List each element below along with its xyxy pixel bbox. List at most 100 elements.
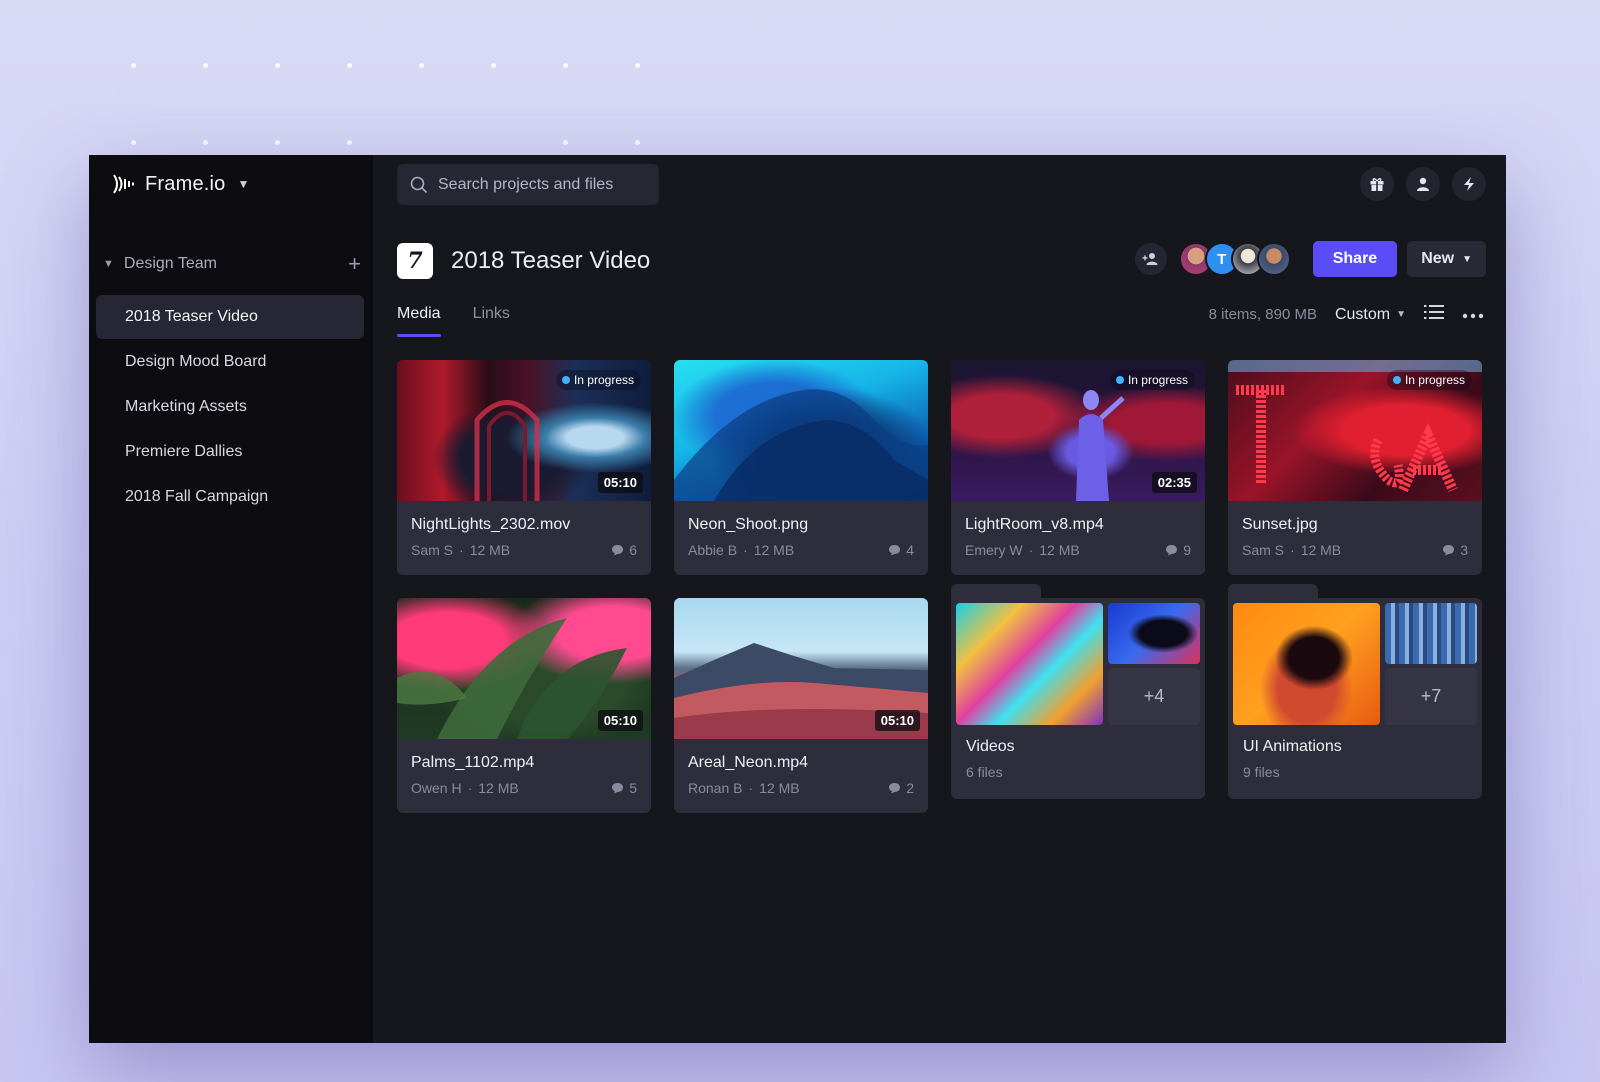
list-view-button[interactable] bbox=[1424, 304, 1444, 325]
file-details: Sam S · 12 MB 6 bbox=[411, 542, 637, 558]
project-list: 2018 Teaser Video Design Mood Board Mark… bbox=[96, 295, 364, 520]
collaborator-avatars: T bbox=[1178, 242, 1291, 276]
invite-button[interactable] bbox=[1134, 243, 1167, 275]
media-card[interactable]: In progress 02:35 LightRoom_v8.mp4 Emery… bbox=[951, 360, 1205, 575]
profile-button[interactable] bbox=[1406, 167, 1440, 201]
gift-button[interactable] bbox=[1360, 167, 1394, 201]
file-name: LightRoom_v8.mp4 bbox=[965, 516, 1104, 533]
sidebar-item-project[interactable]: Marketing Assets bbox=[96, 385, 364, 429]
duration-label: 05:10 bbox=[597, 472, 643, 493]
comment-count: 5 bbox=[611, 780, 637, 796]
folder-card[interactable]: +7 UI Animations 9 files bbox=[1228, 584, 1482, 799]
sidebar-item-project[interactable]: Design Mood Board bbox=[96, 340, 364, 384]
media-card[interactable]: In progress Sunset.jpg Sam S · 12 MB 3 bbox=[1228, 360, 1482, 575]
frameio-logo-icon bbox=[113, 174, 134, 194]
folder-preview bbox=[1385, 603, 1477, 664]
team-section: ▼ Design Team + bbox=[103, 253, 361, 275]
top-actions bbox=[1360, 167, 1486, 201]
sidebar: Frame.io ▼ ▼ Design Team + 2018 Teaser V… bbox=[89, 155, 373, 1043]
file-size: 12 MB bbox=[1300, 542, 1342, 558]
folder-file-count: 6 files bbox=[966, 764, 1003, 780]
comment-count-value: 3 bbox=[1460, 542, 1468, 558]
main-content: 7 2018 Teaser Video T Share New bbox=[373, 155, 1506, 1043]
sidebar-item-label: Premiere Dallies bbox=[125, 443, 243, 460]
file-size: 12 MB bbox=[753, 542, 795, 558]
brand-menu[interactable]: Frame.io ▼ bbox=[111, 171, 249, 197]
thumbnail: 05:10 bbox=[397, 598, 651, 739]
folder-more-count: +7 bbox=[1385, 668, 1477, 725]
media-card[interactable]: Neon_Shoot.png Abbie B · 12 MB 4 bbox=[674, 360, 928, 575]
page-title: 2018 Teaser Video bbox=[451, 247, 651, 274]
card-meta: NightLights_2302.mov Sam S · 12 MB 6 bbox=[397, 501, 651, 558]
comment-count-value: 2 bbox=[906, 780, 914, 796]
media-card[interactable]: 05:10 Areal_Neon.mp4 Ronan B · 12 MB 2 bbox=[674, 598, 928, 813]
comment-count: 9 bbox=[1165, 542, 1191, 558]
card-meta: Areal_Neon.mp4 Ronan B · 12 MB 2 bbox=[674, 739, 928, 796]
avatar-initial: T bbox=[1217, 250, 1227, 268]
file-name: Areal_Neon.mp4 bbox=[688, 754, 809, 771]
face-shape bbox=[674, 389, 928, 501]
sort-dropdown[interactable]: Custom ▼ bbox=[1335, 306, 1406, 324]
team-name[interactable]: Design Team bbox=[124, 255, 217, 273]
folder-preview bbox=[956, 603, 1103, 725]
brand-name: Frame.io bbox=[145, 172, 226, 195]
sidebar-item-project[interactable]: Premiere Dallies bbox=[96, 430, 364, 474]
status-badge: In progress bbox=[1109, 370, 1195, 390]
file-author: Emery W bbox=[965, 542, 1023, 558]
search-input[interactable] bbox=[438, 175, 638, 194]
folder-body: +7 UI Animations 9 files bbox=[1228, 598, 1482, 799]
user-icon bbox=[1417, 177, 1429, 191]
list-view-icon bbox=[1424, 305, 1444, 319]
file-details: Emery W · 12 MB 9 bbox=[965, 542, 1191, 558]
duration-label: 02:35 bbox=[1151, 472, 1197, 493]
more-options-button[interactable] bbox=[1462, 306, 1484, 324]
sidebar-item-label: Design Mood Board bbox=[125, 353, 267, 370]
search-bar[interactable] bbox=[397, 164, 659, 205]
search-icon bbox=[410, 176, 428, 193]
item-count: 8 items, 890 MB bbox=[1208, 306, 1317, 323]
media-grid: In progress 05:10 NightLights_2302.mov S… bbox=[397, 360, 1482, 813]
comment-icon bbox=[1166, 545, 1178, 556]
tab-media[interactable]: Media bbox=[397, 305, 441, 337]
file-details: Ronan B · 12 MB 2 bbox=[688, 780, 914, 796]
thumbnail: In progress bbox=[1228, 360, 1482, 501]
tab-links[interactable]: Links bbox=[473, 305, 510, 333]
add-project-button[interactable]: + bbox=[348, 253, 361, 275]
folder-more-count: +4 bbox=[1108, 668, 1200, 725]
media-card[interactable]: In progress 05:10 NightLights_2302.mov S… bbox=[397, 360, 651, 575]
new-button[interactable]: New ▼ bbox=[1407, 241, 1486, 277]
folder-card[interactable]: +4 Videos 6 files bbox=[951, 584, 1205, 799]
sidebar-item-project[interactable]: 2018 Fall Campaign bbox=[96, 475, 364, 519]
share-button[interactable]: Share bbox=[1312, 241, 1398, 277]
file-name: Palms_1102.mp4 bbox=[411, 754, 535, 771]
file-details: Sam S · 12 MB 3 bbox=[1242, 542, 1468, 558]
file-size: 12 MB bbox=[469, 542, 511, 558]
chevron-down-icon: ▼ bbox=[237, 177, 250, 191]
folder-meta: UI Animations 9 files bbox=[1243, 738, 1342, 780]
file-size: 12 MB bbox=[1039, 542, 1080, 558]
header-actions: T Share New ▼ bbox=[1134, 241, 1486, 277]
status-badge: In progress bbox=[555, 370, 641, 390]
media-card[interactable]: 05:10 Palms_1102.mp4 Owen H · 12 MB 5 bbox=[397, 598, 651, 813]
file-author: Ronan B bbox=[688, 780, 743, 796]
card-meta: LightRoom_v8.mp4 Emery W · 12 MB 9 bbox=[951, 501, 1205, 558]
project-icon: 7 bbox=[397, 243, 433, 279]
status-badge: In progress bbox=[1386, 370, 1472, 390]
avatar[interactable] bbox=[1256, 242, 1291, 276]
comment-icon bbox=[1443, 545, 1455, 556]
comment-count: 4 bbox=[888, 542, 914, 558]
file-author: Abbie B bbox=[688, 542, 738, 558]
folder-body: +4 Videos 6 files bbox=[951, 598, 1205, 799]
card-meta: Palms_1102.mp4 Owen H · 12 MB 5 bbox=[397, 739, 651, 796]
gift-icon bbox=[1370, 178, 1384, 191]
tab-bar: Media Links bbox=[397, 305, 510, 337]
activity-button[interactable] bbox=[1452, 167, 1486, 201]
comment-count: 2 bbox=[888, 780, 914, 796]
comment-count-value: 6 bbox=[629, 542, 637, 558]
sort-label: Custom bbox=[1334, 305, 1391, 323]
sidebar-item-project[interactable]: 2018 Teaser Video bbox=[96, 295, 364, 339]
file-name: NightLights_2302.mov bbox=[411, 516, 571, 533]
folder-name: UI Animations bbox=[1243, 738, 1342, 755]
collapse-caret-icon[interactable]: ▼ bbox=[103, 258, 114, 270]
file-name: Neon_Shoot.png bbox=[688, 516, 809, 533]
